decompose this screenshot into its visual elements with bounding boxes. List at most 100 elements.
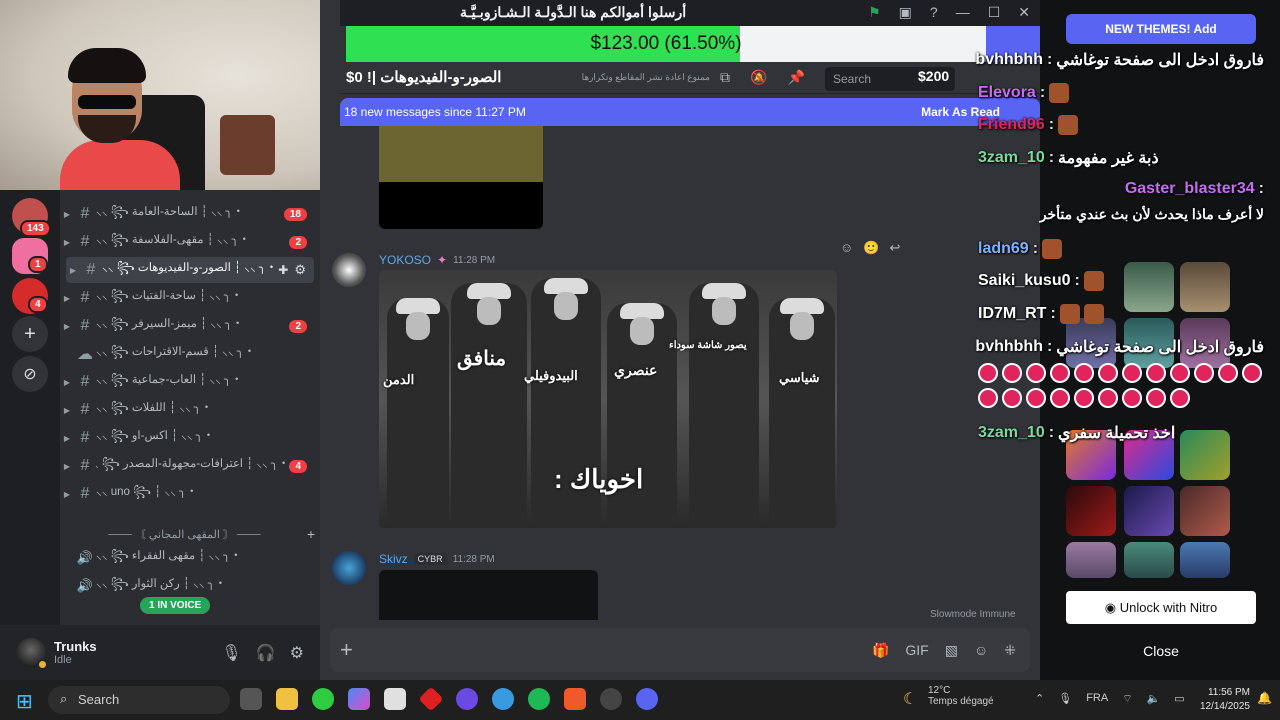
discover-icon[interactable]: ⊘ bbox=[12, 356, 48, 392]
windows-start-icon[interactable]: ⊞ bbox=[16, 689, 33, 714]
volume-icon[interactable]: 🔈 bbox=[1147, 692, 1161, 706]
language-indicator[interactable]: FRA bbox=[1086, 692, 1108, 706]
theme-tile[interactable] bbox=[1066, 486, 1116, 536]
image-attachment[interactable] bbox=[379, 570, 598, 620]
copilot-icon[interactable] bbox=[348, 688, 370, 710]
channel-item[interactable]: ☁ ・╮ ⸝⸝ ┆ قسم-الاقتراحات ꧂ ⸝⸝ bbox=[60, 341, 315, 367]
store-icon[interactable] bbox=[384, 688, 406, 710]
nitro-icon: ◉ bbox=[1104, 600, 1120, 615]
theme-tile[interactable] bbox=[1124, 486, 1174, 536]
inbox-icon[interactable]: ▣ bbox=[899, 4, 912, 21]
avatar[interactable] bbox=[332, 551, 366, 585]
caret-icon: ▶ bbox=[63, 209, 71, 219]
channel-list: ▶ # ・╮ ⸝⸝ ┆ الساحة-العامة ꧂ ⸝⸝ 18 ▶ # ・╮ ⸝… bbox=[60, 190, 320, 625]
taskbar-search[interactable]: Search bbox=[48, 686, 230, 714]
voice-channel[interactable]: 🔊 ・╮ ⸝⸝ ┆ مقهى الفقراء ꧂ ⸝⸝ bbox=[60, 545, 315, 571]
channel-name: ・╮ ⸝⸝ ┆ الصور-و-الفيديوهات ꧂ ⸝⸝ bbox=[102, 262, 278, 274]
channel-item[interactable]: ▶ # ・╮ ⸝⸝ ┆ الساحة-العامة ꧂ ⸝⸝ 18 bbox=[60, 201, 315, 227]
moon-icon: ☾ bbox=[903, 691, 918, 708]
new-messages-bar[interactable]: 18 new messages since 11:27 PM Mark As R… bbox=[340, 98, 1040, 126]
voice-channel[interactable]: 🔊 ・╮ ⸝⸝ ┆ ركن الثوار ꧂ ⸝⸝ bbox=[60, 573, 315, 599]
avatar[interactable] bbox=[332, 253, 366, 287]
reaction-icon[interactable]: ☺ bbox=[840, 240, 853, 256]
twitch-icon[interactable] bbox=[456, 688, 478, 710]
mic-icon[interactable]: 🎙 bbox=[1058, 692, 1072, 706]
channel-item[interactable]: ▶ # ・╮ ⸝⸝ ┆ اللفلات ꧂ ⸝⸝ bbox=[60, 397, 315, 423]
channel-item[interactable]: ▶ # ・╮ ⸝⸝ ┆ ساحة-الفتيات ꧂ ⸝⸝ bbox=[60, 285, 315, 311]
photo-label: الدمن bbox=[383, 372, 415, 387]
apps-icon[interactable]: ⁜ bbox=[1004, 642, 1016, 659]
notification-icon[interactable]: 🔔 bbox=[1257, 691, 1272, 705]
meme-image[interactable]: الدمن منافق البيدوفيلي عنصري يصور شاشة س… bbox=[379, 270, 837, 528]
emoji-icon[interactable]: ☺ bbox=[974, 642, 988, 659]
hash-icon: # bbox=[80, 401, 90, 418]
gear-icon[interactable]: ⚙ bbox=[290, 643, 304, 663]
user-status: Idle bbox=[54, 654, 72, 666]
app-icon[interactable] bbox=[418, 686, 444, 712]
mute-icon[interactable]: 🔕 bbox=[750, 69, 767, 86]
discord-icon[interactable] bbox=[636, 688, 658, 710]
category-header[interactable]: ─── 〘 المقهى المجاني 〙 ─── + bbox=[70, 526, 315, 542]
add-server-icon[interactable]: + bbox=[12, 316, 48, 352]
message-author[interactable]: Skivz bbox=[379, 552, 408, 566]
add-attachment-icon[interactable]: + bbox=[340, 637, 353, 663]
gif-icon[interactable]: GIF bbox=[905, 642, 928, 659]
mic-icon[interactable]: 🎙 bbox=[221, 643, 241, 663]
flag-icon[interactable]: ⚑ bbox=[868, 4, 881, 21]
theme-tile[interactable] bbox=[1180, 542, 1230, 578]
server-icon[interactable]: 1 bbox=[12, 238, 48, 274]
wifi-icon[interactable]: ⌔ bbox=[1122, 692, 1132, 706]
channel-item[interactable]: ▶ # ・╮ ⸝⸝ ┆ مقهى-الفلاسفة ꧂ ⸝⸝ 2 bbox=[60, 229, 315, 255]
avatar[interactable] bbox=[16, 637, 48, 670]
chat-user: bvhhbhh bbox=[975, 338, 1043, 355]
close-icon[interactable]: ✕ bbox=[1018, 4, 1030, 21]
title-bar: أرسلوا أموالكم هنا الـدَّولـة الـشـازوبـ… bbox=[340, 0, 1040, 26]
obs-icon[interactable] bbox=[600, 688, 622, 710]
sticker-icon[interactable]: ▧ bbox=[945, 642, 958, 659]
file-explorer-icon[interactable] bbox=[276, 688, 298, 710]
server-badge: 1 bbox=[28, 256, 48, 273]
xbox-icon[interactable] bbox=[312, 688, 334, 710]
chat-line: 3zam_10 : اخذ تحميلة سفري bbox=[978, 424, 1176, 442]
maximize-icon[interactable]: ☐ bbox=[988, 4, 1001, 21]
invite-icon[interactable]: ✚ bbox=[278, 263, 288, 277]
theme-tile[interactable] bbox=[1124, 542, 1174, 578]
channel-name: ・╮ ⸝⸝ ┆ ساحة-الفتيات ꧂ ⸝⸝ bbox=[96, 290, 243, 302]
system-clock[interactable]: 11:56 PM 12/14/2025 bbox=[1200, 686, 1250, 714]
channel-item[interactable]: ▶ # ・╮ ⸝⸝ ┆ اكس-او ꧂ ⸝⸝ bbox=[60, 425, 315, 451]
brave-icon[interactable] bbox=[564, 688, 586, 710]
server-dm[interactable]: 143 bbox=[12, 198, 51, 237]
weather-widget[interactable]: 12°C Temps dégagé bbox=[928, 685, 994, 707]
spotify-icon[interactable] bbox=[528, 688, 550, 710]
channel-item[interactable]: ▶ # ・╮ ⸝⸝ ┆ اعترافات-مجهولة-المصدر ꧂ ⸝⸝ 4 bbox=[60, 453, 315, 479]
headphones-icon[interactable]: 🎧 bbox=[256, 643, 276, 663]
battery-icon[interactable]: ▭ bbox=[1174, 692, 1184, 706]
channel-item[interactable]: ▶ # ・╮ ⸝⸝ ┆ ميمز-السيرفر ꧂ ⸝⸝ 2 bbox=[60, 313, 315, 339]
threads-icon[interactable]: ⧉ bbox=[720, 69, 730, 86]
channel-item[interactable]: ▶ # ・╮ ⸝⸝ ┆ uno ꧂ ⸝⸝ bbox=[60, 481, 315, 507]
chevron-up-icon[interactable]: ⌃ bbox=[1035, 692, 1044, 706]
gear-icon[interactable]: ⚙ bbox=[294, 262, 306, 278]
minimize-icon[interactable]: — bbox=[956, 4, 970, 21]
add-channel-icon[interactable]: + bbox=[307, 526, 315, 542]
channel-item-active[interactable]: ▶ # ・╮ ⸝⸝ ┆ الصور-و-الفيديوهات ꧂ ⸝⸝ ✚ ⚙ bbox=[66, 257, 314, 283]
browser-icon[interactable] bbox=[492, 688, 514, 710]
channel-item[interactable]: ▶ # ・╮ ⸝⸝ ┆ العاب-جماعية ꧂ ⸝⸝ bbox=[60, 369, 315, 395]
help-icon[interactable]: ? bbox=[930, 4, 938, 21]
pin-icon[interactable]: 📌 bbox=[787, 69, 804, 86]
message-composer[interactable]: + 🎁 GIF ▧ ☺ ⁜ bbox=[330, 628, 1030, 672]
theme-tile[interactable] bbox=[1180, 486, 1230, 536]
image-attachment[interactable] bbox=[379, 126, 543, 229]
reply-icon[interactable]: ↩ bbox=[889, 240, 900, 256]
unread-badge: 18 bbox=[283, 207, 307, 221]
theme-tile[interactable] bbox=[1066, 542, 1116, 578]
unlock-with-nitro-button[interactable]: ◉ Unlock with Nitro bbox=[1066, 591, 1256, 624]
close-button[interactable]: Close bbox=[1066, 636, 1256, 666]
channel-name: ・╮ ⸝⸝ ┆ uno ꧂ ⸝⸝ bbox=[96, 486, 198, 498]
channel-name: ・╮ ⸝⸝ ┆ قسم-الاقتراحات ꧂ ⸝⸝ bbox=[96, 346, 256, 358]
add-reaction-icon[interactable]: 🙂 bbox=[863, 240, 879, 256]
message-author[interactable]: YOKOSO bbox=[379, 253, 431, 267]
server-icon[interactable]: 4 bbox=[12, 278, 48, 314]
gift-icon[interactable]: 🎁 bbox=[872, 642, 889, 659]
task-view-icon[interactable] bbox=[240, 688, 262, 710]
